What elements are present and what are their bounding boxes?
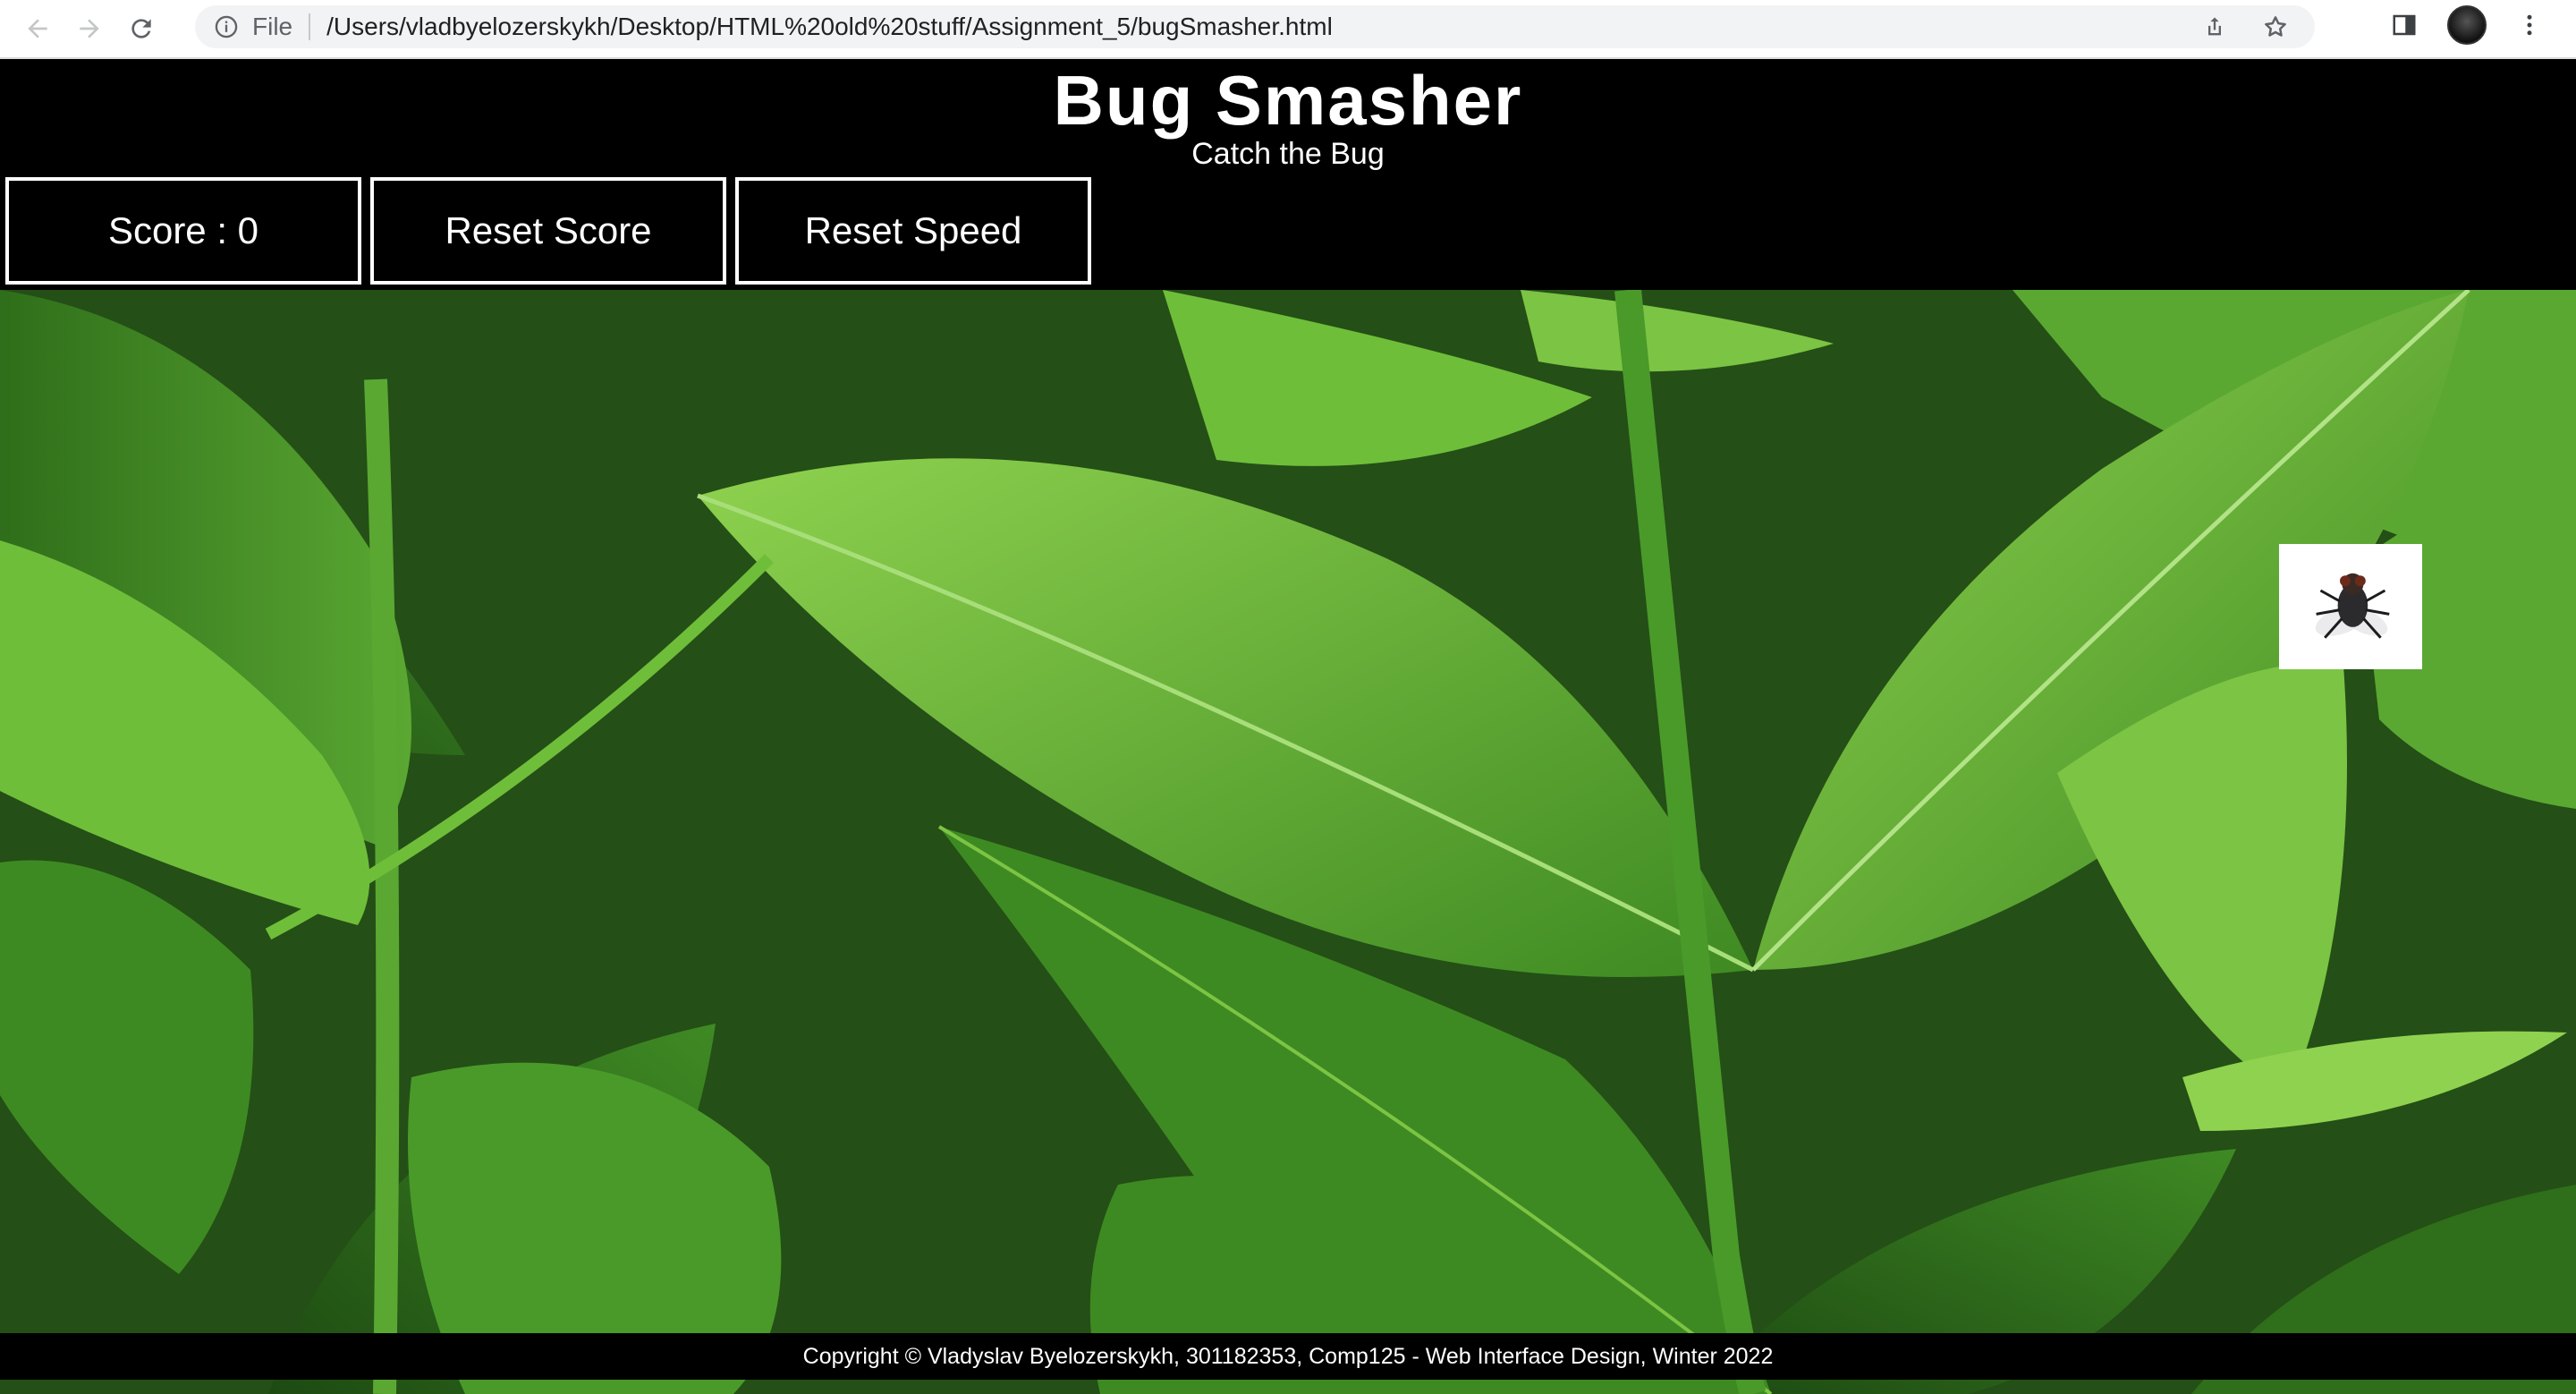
url-scheme-label: File <box>252 13 293 40</box>
more-menu-icon[interactable] <box>2510 5 2549 45</box>
reload-icon[interactable] <box>122 9 161 48</box>
url-separator <box>309 13 311 40</box>
profile-avatar[interactable] <box>2447 5 2487 45</box>
browser-toolbar: File /Users/vladbyelozerskykh/Desktop/HT… <box>0 0 2576 59</box>
fly-icon <box>2315 573 2390 639</box>
game-field[interactable] <box>0 290 2576 1394</box>
bookmark-star-icon[interactable] <box>2258 9 2293 45</box>
address-bar[interactable]: File /Users/vladbyelozerskykh/Desktop/HT… <box>195 5 2315 48</box>
back-icon[interactable] <box>18 9 57 48</box>
reset-speed-button[interactable]: Reset Speed <box>735 177 1091 285</box>
side-panel-icon[interactable] <box>2385 5 2424 45</box>
footer-copyright: Copyright © Vladyslav Byelozerskykh, 301… <box>0 1333 2576 1380</box>
page-subtitle: Catch the Bug <box>1191 137 1385 171</box>
controls-row: Score : 0 Reset Score Reset Speed <box>5 177 1091 285</box>
forward-icon[interactable] <box>70 9 109 48</box>
bug-target[interactable] <box>2279 544 2422 669</box>
url-text[interactable]: /Users/vladbyelozerskykh/Desktop/HTML%20… <box>326 13 1333 41</box>
score-display: Score : 0 <box>5 177 361 285</box>
page-title: Bug Smasher <box>1053 61 1523 140</box>
leaves-background <box>0 290 2576 1394</box>
share-icon[interactable] <box>2197 9 2233 45</box>
page: Bug Smasher Catch the Bug Score : 0 Rese… <box>0 61 2576 1394</box>
reset-score-button[interactable]: Reset Score <box>370 177 726 285</box>
info-icon[interactable] <box>213 13 240 40</box>
